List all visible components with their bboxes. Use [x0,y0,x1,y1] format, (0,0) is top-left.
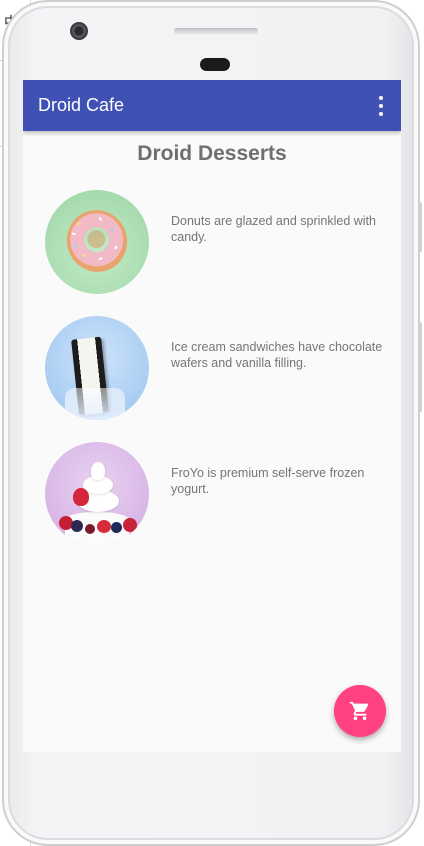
shopping-cart-icon [349,701,369,721]
froyo-image[interactable] [45,442,149,546]
volume-button [418,202,422,252]
more-vert-icon[interactable] [373,96,389,116]
cart-fab-button[interactable] [334,685,386,737]
app-screen: Droid Cafe Droid Desserts Donuts are gla… [23,80,401,752]
earpiece-speaker [174,28,258,34]
list-item-donut: Donuts are glazed and sprinkled with can… [45,190,385,294]
list-item-froyo: FroYo is premium self-serve frozen yogur… [45,442,385,546]
donut-image[interactable] [45,190,149,294]
front-camera [70,22,88,40]
app-bar: Droid Cafe [23,80,401,131]
item-description: Ice cream sandwiches have chocolate wafe… [171,340,383,370]
power-button [418,322,422,412]
page-title: Droid Desserts [137,142,287,165]
list-item-ice-cream-sandwich: Ice cream sandwiches have chocolate wafe… [45,316,385,420]
app-title: Droid Cafe [38,95,125,115]
item-description: Donuts are glazed and sprinkled with can… [171,214,376,244]
proximity-sensor [200,58,230,71]
ice-cream-sandwich-image[interactable] [45,316,149,420]
item-description: FroYo is premium self-serve frozen yogur… [171,466,365,496]
